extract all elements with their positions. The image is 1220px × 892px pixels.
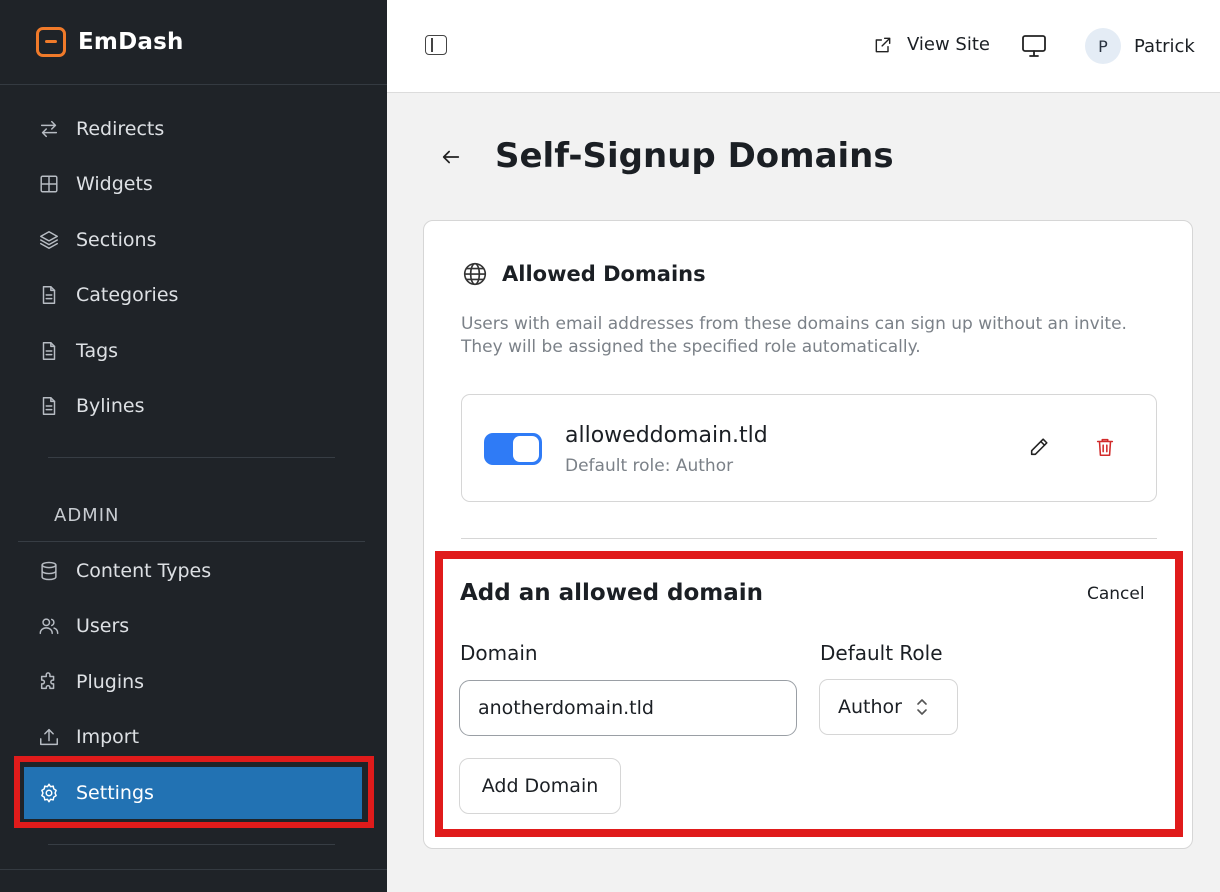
sidebar-item-sections[interactable]: Sections	[24, 214, 362, 266]
view-site-link[interactable]: View Site	[873, 34, 990, 55]
monitor-icon[interactable]	[1021, 34, 1047, 58]
domain-default-role: Default role: Author	[565, 456, 734, 476]
sidebar-item-label: Categories	[76, 284, 179, 306]
user-menu[interactable]: P Patrick	[1085, 28, 1195, 64]
sidebar-item-label: Import	[76, 726, 140, 748]
upload-icon	[38, 726, 60, 748]
sidebar-item-content-types[interactable]: Content Types	[24, 545, 362, 597]
user-name: Patrick	[1134, 35, 1195, 57]
sidebar-item-bylines[interactable]: Bylines	[24, 380, 362, 432]
sidebar-item-label: Users	[76, 615, 130, 637]
domain-field-label: Domain	[460, 641, 538, 665]
brand[interactable]: EmDash	[36, 26, 184, 58]
sidebar-divider	[0, 84, 387, 85]
globe-icon	[463, 262, 487, 286]
trash-icon	[1096, 438, 1114, 457]
sidebar-item-label: Widgets	[76, 173, 153, 195]
chevron-up-down-icon	[917, 699, 927, 715]
card-title: Allowed Domains	[502, 262, 706, 286]
document-icon	[38, 395, 60, 417]
default-role-select[interactable]: Author	[819, 679, 958, 735]
sidebar-item-label: Bylines	[76, 395, 145, 417]
sidebar-item-label: Sections	[76, 229, 157, 251]
domain-enabled-toggle[interactable]	[484, 433, 542, 465]
edit-domain-button[interactable]	[1028, 436, 1052, 460]
default-role-value: Author	[838, 696, 902, 718]
sidebar: EmDash Redirects Widgets Sections Catego…	[0, 0, 387, 892]
layers-icon	[38, 229, 60, 251]
add-domain-title: Add an allowed domain	[460, 580, 764, 606]
sidebar-item-users[interactable]: Users	[24, 600, 362, 652]
document-icon	[38, 284, 60, 306]
emdash-logo-icon	[36, 27, 66, 57]
sidebar-divider	[18, 541, 365, 542]
widgets-icon	[38, 173, 60, 195]
admin-heading: ADMIN	[54, 505, 120, 526]
sidebar-item-widgets[interactable]: Widgets	[24, 158, 362, 210]
card-divider	[461, 538, 1157, 539]
view-site-label: View Site	[907, 34, 990, 55]
sidebar-item-label: Tags	[76, 340, 119, 362]
users-icon	[38, 615, 60, 637]
topbar: View Site P Patrick	[387, 0, 1220, 93]
page-title: Self-Signup Domains	[495, 136, 894, 176]
toggle-sidebar-icon[interactable]	[425, 35, 447, 55]
puzzle-icon	[38, 671, 60, 693]
add-domain-button[interactable]: Add Domain	[459, 758, 621, 814]
database-icon	[38, 560, 60, 582]
sidebar-item-redirects[interactable]: Redirects	[24, 103, 362, 155]
back-arrow-icon[interactable]	[440, 146, 462, 168]
default-role-label: Default Role	[820, 641, 943, 665]
card-header: Allowed Domains	[462, 261, 706, 287]
sidebar-divider	[48, 844, 335, 845]
brand-name: EmDash	[78, 29, 184, 55]
domain-name: alloweddomain.tld	[565, 423, 768, 448]
sidebar-divider	[48, 457, 335, 458]
redirects-icon	[38, 118, 60, 140]
document-icon	[38, 340, 60, 362]
avatar: P	[1085, 28, 1121, 64]
card-description: Users with email addresses from these do…	[461, 314, 1127, 357]
settings-highlight-annotation	[14, 756, 374, 828]
delete-domain-button[interactable]	[1094, 436, 1118, 460]
sidebar-item-categories[interactable]: Categories	[24, 269, 362, 321]
sidebar-item-plugins[interactable]: Plugins	[24, 656, 362, 708]
pencil-icon	[1030, 438, 1048, 456]
external-link-icon	[875, 37, 891, 52]
domain-list-item: alloweddomain.tld Default role: Author	[461, 394, 1157, 502]
sidebar-item-label: Plugins	[76, 671, 145, 693]
cancel-button[interactable]: Cancel	[1087, 584, 1145, 604]
sidebar-divider	[0, 869, 387, 870]
domain-input[interactable]	[459, 680, 797, 736]
sidebar-item-tags[interactable]: Tags	[24, 325, 362, 377]
sidebar-item-label: Content Types	[76, 560, 212, 582]
sidebar-item-label: Redirects	[76, 118, 165, 140]
